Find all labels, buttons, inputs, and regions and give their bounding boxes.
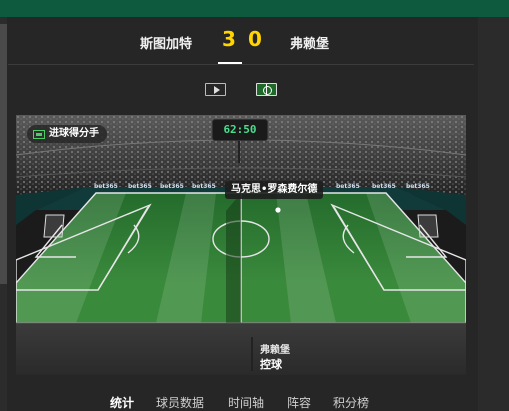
view-toggle xyxy=(0,80,509,100)
pitch-view-icon[interactable] xyxy=(256,83,277,96)
match-visualisation: bet365 bet365 bet365 bet365 bet365 bet36… xyxy=(16,115,466,375)
away-team-name[interactable]: 弗赖堡 xyxy=(290,33,329,52)
goal-scorer-icon xyxy=(33,129,45,139)
top-bar xyxy=(0,0,509,17)
divider xyxy=(8,64,474,65)
tab-stats[interactable]: 统计 xyxy=(110,394,134,411)
home-score: 3 xyxy=(222,27,236,51)
ad-board: bet365 xyxy=(192,183,216,190)
ad-board: bet365 xyxy=(160,183,184,190)
player-name-tag: 马克思•罗森费尔德 xyxy=(225,181,324,199)
side-panel xyxy=(478,17,509,411)
event-badge: 进球得分手 xyxy=(27,125,107,143)
possession-marker xyxy=(251,337,253,371)
tab-player-stats[interactable]: 球员数据 xyxy=(156,394,204,411)
event-badge-label: 进球得分手 xyxy=(49,128,99,139)
possession-label: 控球 xyxy=(260,358,282,371)
home-team-name[interactable]: 斯图加特 xyxy=(140,33,192,52)
possession-team: 弗赖堡 xyxy=(260,345,290,356)
match-clock: 62:50 xyxy=(212,119,268,141)
ad-board: bet365 xyxy=(372,183,396,190)
scoreboard: 斯图加特 3 0 弗赖堡 xyxy=(8,17,474,65)
away-score: 0 xyxy=(248,27,262,51)
play-video-icon[interactable] xyxy=(205,83,226,96)
ad-board: bet365 xyxy=(128,183,152,190)
scrollbar-thumb[interactable] xyxy=(0,24,7,284)
tab-timeline[interactable]: 时间轴 xyxy=(228,394,264,411)
tab-standings[interactable]: 积分榜 xyxy=(333,394,369,411)
ad-board: bet365 xyxy=(336,183,360,190)
tab-lineups[interactable]: 阵容 xyxy=(287,394,311,411)
ad-board: bet365 xyxy=(94,183,118,190)
clock-pointer xyxy=(238,141,240,163)
ad-board: bet365 xyxy=(406,183,430,190)
stadium-graphic xyxy=(16,115,466,375)
match-tabs: 统计 球员数据 时间轴 阵容 积分榜 xyxy=(0,394,509,411)
